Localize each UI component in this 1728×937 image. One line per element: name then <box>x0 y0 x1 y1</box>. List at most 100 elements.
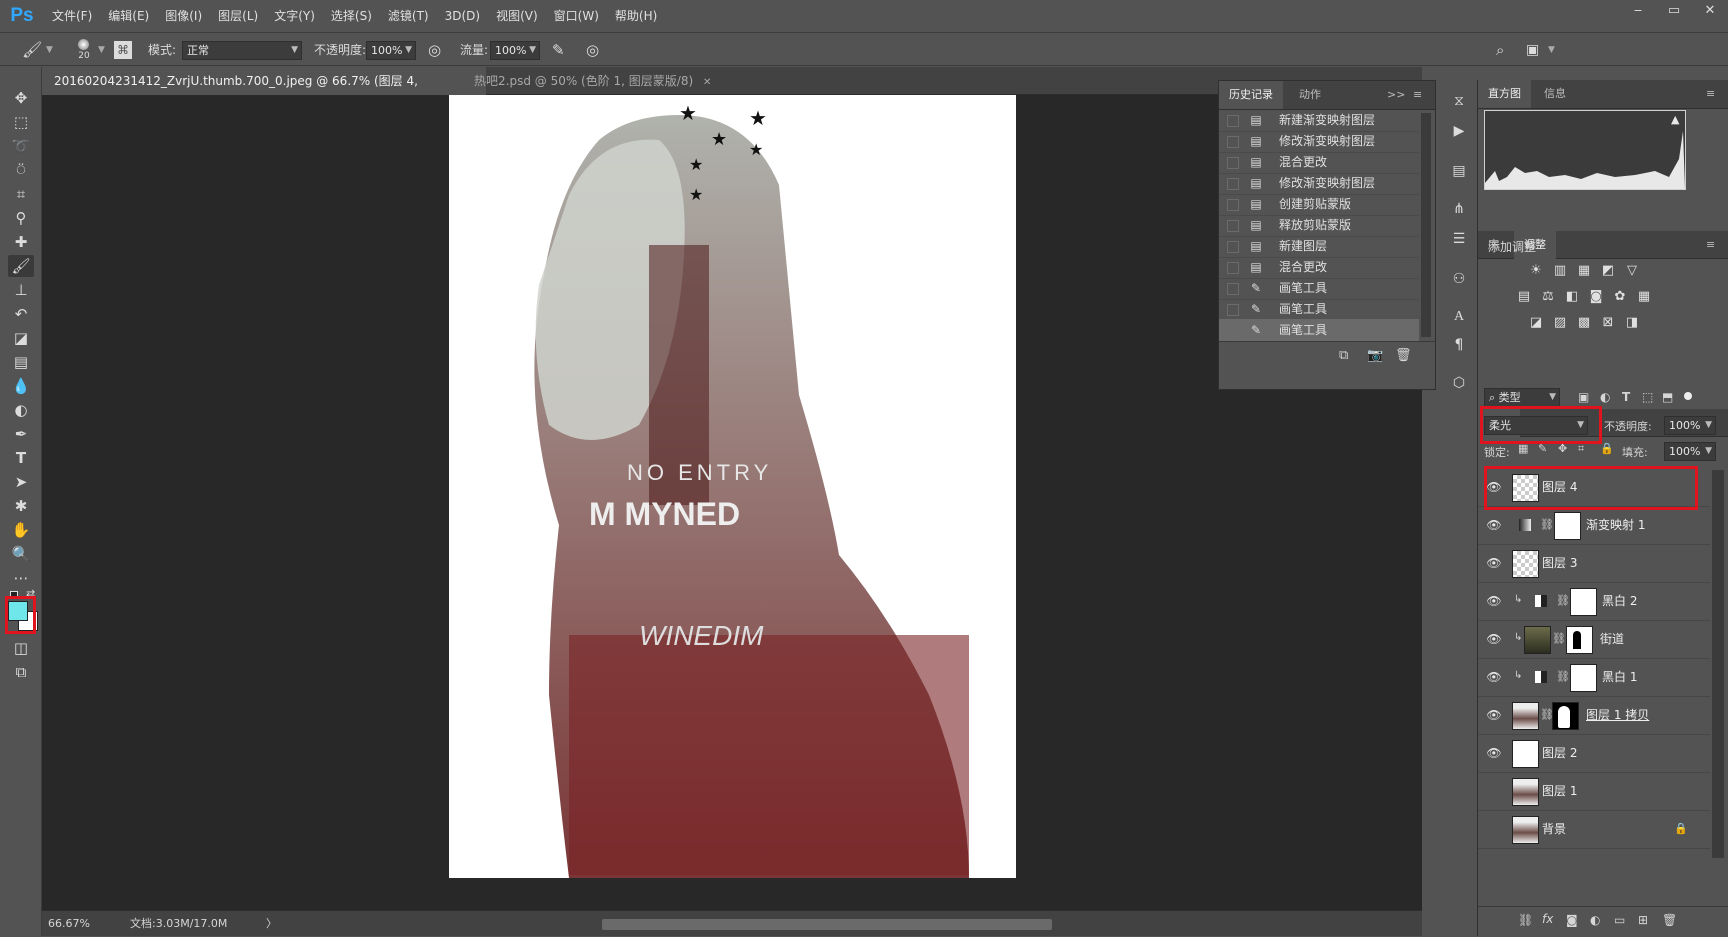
hand-tool-icon[interactable]: ✋ <box>8 519 34 541</box>
type-tool-icon[interactable]: T <box>8 447 34 469</box>
visibility-eye-icon[interactable]: 👁 <box>1486 633 1502 645</box>
chevron-down-icon[interactable]: ▼ <box>98 33 105 67</box>
search-icon[interactable]: ⌕ <box>1496 33 1504 67</box>
layer-filter-select[interactable]: ⌕ 类型 ▼ <box>1484 388 1560 407</box>
layer-name[interactable]: 背景 <box>1542 810 1566 848</box>
link-chain-icon[interactable]: ⛓ <box>1540 518 1554 531</box>
filter-adjustment-icon[interactable]: ◐ <box>1600 390 1610 404</box>
layer-row-street[interactable]: 👁 ↳ ⛓ 街道 <box>1478 620 1710 659</box>
layer-mask-thumbnail[interactable] <box>1566 626 1593 654</box>
chevron-down-icon[interactable]: ▼ <box>1548 33 1555 67</box>
lock-transparency-icon[interactable]: ▦ <box>1518 442 1528 455</box>
pen-tool-icon[interactable]: ✒ <box>8 423 34 445</box>
layer-mask-thumbnail[interactable] <box>1552 702 1579 730</box>
tab-history[interactable]: 历史记录 <box>1219 81 1283 109</box>
3d-icon[interactable]: ⬡ <box>1448 372 1470 394</box>
snapshot-checkbox[interactable] <box>1227 115 1239 127</box>
character-icon[interactable]: A <box>1448 306 1470 328</box>
layer-mask-thumbnail[interactable] <box>1570 664 1597 692</box>
layer-row-layer2[interactable]: 👁 图层 2 <box>1478 734 1710 773</box>
zoom-level[interactable]: 66.67% <box>48 911 90 937</box>
paragraph-icon[interactable]: ¶ <box>1448 334 1470 356</box>
crop-tool-icon[interactable]: ⌗ <box>8 183 34 205</box>
layer-name[interactable]: 街道 <box>1600 620 1624 658</box>
move-tool-icon[interactable]: ✥ <box>8 87 34 109</box>
invert-icon[interactable]: ◪ <box>1528 316 1544 330</box>
lasso-tool-icon[interactable]: ➰ <box>8 135 34 157</box>
new-document-from-state-icon[interactable]: ⧉ <box>1339 348 1348 363</box>
fill-input[interactable]: 100% ▼ <box>1664 442 1716 461</box>
filter-smart-object-icon[interactable]: ⬒ <box>1662 390 1673 404</box>
link-chain-icon[interactable]: ⛓ <box>1556 594 1570 607</box>
hue-saturation-icon[interactable]: ▤ <box>1516 290 1532 304</box>
healing-brush-tool-icon[interactable]: ✚ <box>8 231 34 253</box>
tab-document-2[interactable]: 热吧2.psd @ 50% (色阶 1, 图层蒙版/8) ✕ <box>462 67 726 95</box>
screen-mode-icon[interactable]: ⧉ <box>8 661 34 683</box>
layer-name[interactable]: 图层 1 拷贝 <box>1586 696 1649 734</box>
pressure-size-icon[interactable]: ◎ <box>586 33 599 67</box>
menu-select[interactable]: 选择(S) <box>323 0 380 32</box>
layer-row-bw2[interactable]: 👁 ↳ ⛓ 黑白 2 <box>1478 582 1710 621</box>
brush-panel-icon[interactable]: ⌘ <box>114 41 132 59</box>
menu-image[interactable]: 图像(I) <box>157 0 210 32</box>
history-item[interactable]: ✎ 画笔工具 <box>1219 298 1419 321</box>
layer-name[interactable]: 黑白 2 <box>1602 582 1637 620</box>
snapshot-checkbox[interactable] <box>1227 304 1239 316</box>
play-icon[interactable]: ▶ <box>1448 120 1470 142</box>
menu-type[interactable]: 文字(Y) <box>266 0 323 32</box>
chevron-down-icon[interactable]: ▼ <box>46 33 53 67</box>
visibility-eye-icon[interactable]: 👁 <box>1486 747 1502 759</box>
brush-settings-icon[interactable]: ☰ <box>1448 228 1470 250</box>
layer-mask-thumbnail[interactable] <box>1554 512 1581 540</box>
eraser-tool-icon[interactable]: ◪ <box>8 327 34 349</box>
gradient-map-icon[interactable]: ◨ <box>1624 316 1640 330</box>
add-mask-icon[interactable]: ◙ <box>1566 913 1578 927</box>
clone-source-icon[interactable]: ⚇ <box>1448 268 1470 290</box>
brush-size-picker[interactable]: 20 <box>72 39 96 63</box>
history-icon[interactable]: ⧖ <box>1448 90 1470 112</box>
opacity-input[interactable]: 100% ▼ <box>366 41 416 60</box>
brush-tool-icon[interactable]: 🖌 <box>8 255 34 277</box>
posterize-icon[interactable]: ▨ <box>1552 316 1568 330</box>
path-selection-tool-icon[interactable]: ➤ <box>8 471 34 493</box>
history-brush-tool-icon[interactable]: ↶ <box>8 303 34 325</box>
history-item[interactable]: ▤ 新建渐变映射图层 <box>1219 109 1419 132</box>
lock-move-icon[interactable]: ✥ <box>1558 442 1567 455</box>
lock-all-icon[interactable]: 🔒 <box>1600 442 1614 455</box>
brush-tool-preset-icon[interactable]: 🖌 <box>22 33 42 67</box>
warning-icon[interactable]: ▲ <box>1671 113 1679 126</box>
link-layers-icon[interactable]: ⛓ <box>1518 913 1533 927</box>
filter-type-icon[interactable]: T <box>1622 390 1630 404</box>
menu-view[interactable]: 视图(V) <box>488 0 546 32</box>
history-scrollbar[interactable] <box>1421 113 1431 337</box>
black-white-icon[interactable]: ◧ <box>1564 290 1580 304</box>
gradient-tool-icon[interactable]: ▤ <box>8 351 34 373</box>
filter-toggle-icon[interactable] <box>1684 392 1692 400</box>
curves-icon[interactable]: ▦ <box>1576 264 1592 278</box>
pressure-opacity-icon[interactable]: ◎ <box>428 33 441 67</box>
zoom-tool-icon[interactable]: 🔍 <box>8 543 34 565</box>
layer-row-layer1[interactable]: 👁 图层 1 <box>1478 772 1710 811</box>
tab-info[interactable]: 信息 <box>1534 80 1576 108</box>
document-canvas[interactable]: ★ ★ ★ ★ ★ ★ NO ENTRY M MYNED WINEDIM <box>449 95 1016 878</box>
new-group-icon[interactable]: ▭ <box>1614 913 1625 927</box>
more-tools-icon[interactable]: ⋯ <box>8 567 34 589</box>
brushes-icon[interactable]: ⋔ <box>1448 198 1470 220</box>
snapshot-checkbox[interactable] <box>1227 199 1239 211</box>
history-item[interactable]: ✎ 画笔工具 <box>1219 319 1419 342</box>
workspace-icon[interactable]: ▣ <box>1526 33 1539 67</box>
clone-stamp-tool-icon[interactable]: ⊥ <box>8 279 34 301</box>
history-item[interactable]: ▤ 修改渐变映射图层 <box>1219 130 1419 153</box>
history-item[interactable]: ▤ 创建剪贴蒙版 <box>1219 193 1419 216</box>
visibility-eye-icon[interactable]: 👁 <box>1486 671 1502 683</box>
visibility-eye-icon[interactable]: 👁 <box>1486 519 1502 531</box>
visibility-eye-icon[interactable]: 👁 <box>1486 709 1502 721</box>
visibility-eye-icon[interactable]: 👁 <box>1486 595 1502 607</box>
eyedropper-tool-icon[interactable]: ⚲ <box>8 207 34 229</box>
layer-row-gradient-map[interactable]: 👁 ⛓ 渐变映射 1 <box>1478 506 1710 545</box>
menu-layer[interactable]: 图层(L) <box>210 0 266 32</box>
snapshot-checkbox[interactable] <box>1227 283 1239 295</box>
snapshot-checkbox[interactable] <box>1227 325 1239 337</box>
history-item[interactable]: ▤ 新建图层 <box>1219 235 1419 258</box>
exposure-icon[interactable]: ◩ <box>1600 264 1616 278</box>
